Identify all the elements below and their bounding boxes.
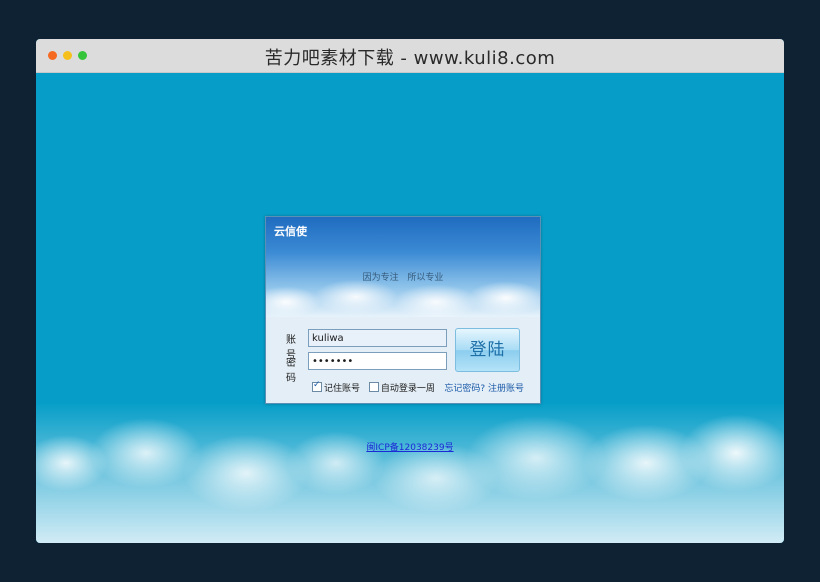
auto-login-label: 自动登录一周 [380,384,435,394]
cloud-background [36,403,784,543]
remember-account-label: 记住账号 [324,384,361,394]
login-options: 记住账号 自动登录一周 [312,380,441,394]
brand-name: 云信使 [274,225,307,238]
login-panel: 云信使 因为专注 所以专业 账号 密码 登陆 记住账号 自动登录一周 [265,216,541,404]
password-input[interactable] [308,352,447,370]
forgot-password-link[interactable]: 忘记密码? [444,384,485,394]
login-button[interactable]: 登陆 [455,328,520,372]
page-stage: 云信使 因为专注 所以专业 账号 密码 登陆 记住账号 自动登录一周 [36,73,784,543]
browser-window: 苦力吧素材下载 - www.kuli8.com 云信使 因为专注 所以专业 账号… [36,39,784,543]
remember-account-checkbox[interactable] [312,380,322,392]
auto-login-option[interactable]: 自动登录一周 [368,381,435,394]
title-bar: 苦力吧素材下载 - www.kuli8.com [36,39,784,73]
window-title: 苦力吧素材下载 - www.kuli8.com [264,48,556,69]
account-links: 忘记密码? 注册账号 [444,381,524,394]
remember-account-option[interactable]: 记住账号 [312,380,361,394]
register-link[interactable]: 注册账号 [488,384,524,394]
slogan: 因为专注 所以专业 [362,273,444,283]
login-header-banner: 云信使 因为专注 所以专业 [266,217,540,317]
password-label: 密码 [286,358,296,384]
icp-link[interactable]: 闽ICP备12038239号 [366,443,453,453]
auto-login-checkbox[interactable] [368,382,379,392]
icp-footer: 闽ICP备12038239号 [36,440,784,453]
account-input[interactable] [308,329,447,347]
